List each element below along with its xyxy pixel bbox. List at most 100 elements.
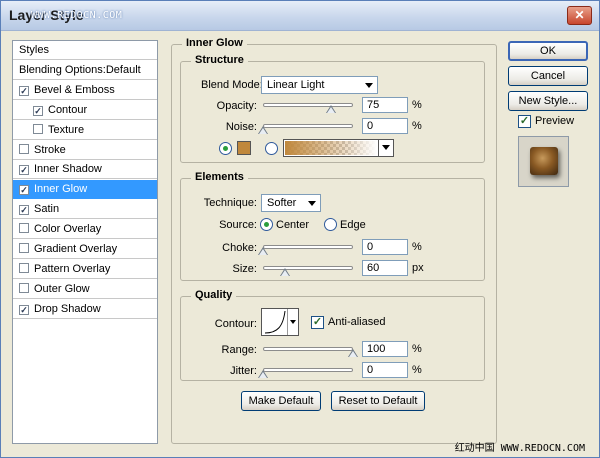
style-list-item[interactable]: Outer Glow [13,280,157,299]
close-icon: ✕ [574,8,585,22]
styles-list: Styles Blending Options:Default ✓ Bevel & E… [12,40,158,444]
cancel-button[interactable]: Cancel [508,66,588,86]
glow-color-swatch[interactable] [237,141,251,155]
size-input[interactable]: 60 [362,260,408,276]
source-center-label[interactable]: Center [276,219,309,231]
blend-mode-label: Blend Mode: [201,79,263,91]
glow-color-radio[interactable] [219,142,232,155]
anti-aliased-label[interactable]: Anti-aliased [328,316,385,328]
style-list-item[interactable]: ✓ Contour [13,101,157,120]
size-slider-thumb[interactable] [279,268,290,276]
preview-label[interactable]: Preview [535,115,574,127]
blend-mode-select[interactable]: Linear Light [261,76,378,94]
range-input[interactable]: 100 [362,341,408,357]
opacity-slider-thumb[interactable] [325,105,336,113]
style-checkbox[interactable]: ✓ [19,165,29,176]
gradient-dropdown-button[interactable] [378,140,393,156]
range-slider-track[interactable] [263,347,353,351]
style-checkbox[interactable] [19,282,29,293]
style-list-label: Inner Shadow [34,163,102,176]
opacity-slider-track[interactable] [263,103,353,107]
style-checkbox[interactable]: ✓ [19,205,29,216]
source-edge-radio[interactable] [324,218,337,231]
chevron-down-icon [365,83,373,88]
style-list-label: Color Overlay [34,223,102,236]
style-checkbox[interactable]: ✓ [33,105,43,116]
noise-label: Noise: [225,121,257,133]
style-checkbox[interactable]: ✓ [19,304,29,315]
style-list-item[interactable]: ✓ Inner Glow [13,180,157,200]
style-list-label: Stroke [34,143,66,156]
size-slider-track[interactable] [263,266,353,270]
glow-gradient-picker[interactable] [283,139,394,157]
reset-to-default-button[interactable]: Reset to Default [331,391,425,411]
style-list-item[interactable]: Gradient Overlay [13,240,157,259]
quality-title: Quality [191,289,237,301]
style-list-item[interactable]: Stroke [13,141,157,160]
noise-input[interactable]: 0 [362,118,408,134]
style-list-item[interactable]: Texture [13,121,157,140]
style-checkbox[interactable]: ✓ [19,85,29,96]
style-checkbox[interactable] [19,143,29,154]
title-bar[interactable]: Layer Style WWW.REDOCN.COM ✕ [1,1,599,31]
watermark-top: WWW.REDOCN.COM [31,10,123,21]
style-list-item[interactable]: Styles [13,41,157,60]
choke-input[interactable]: 0 [362,239,408,255]
style-list-label: Contour [48,103,88,116]
range-slider-thumb[interactable] [348,349,358,357]
range-label: Range: [221,344,257,356]
jitter-slider-thumb[interactable] [258,370,268,378]
make-default-button[interactable]: Make Default [241,391,321,411]
anti-aliased-checkbox[interactable]: ✓ [311,316,324,329]
contour-dropdown-button[interactable] [287,309,298,335]
noise-unit: % [412,120,422,132]
contour-curve-icon [264,310,286,334]
choke-slider-track[interactable] [263,245,353,249]
opacity-input[interactable]: 75 [362,97,408,113]
noise-slider-track[interactable] [263,124,353,128]
new-style-button[interactable]: New Style... [508,91,588,111]
style-checkbox[interactable] [19,223,29,234]
style-list-item[interactable]: ✓ Inner Shadow [13,160,157,180]
source-center-radio[interactable] [260,218,273,231]
style-checkbox[interactable] [33,123,43,134]
technique-value: Softer [267,197,297,209]
style-list-item[interactable]: Blending Options:Default [13,61,157,80]
style-checkbox[interactable] [19,262,29,273]
elements-title: Elements [191,171,248,183]
glow-gradient-radio[interactable] [265,142,278,155]
layer-style-dialog: Layer Style WWW.REDOCN.COM ✕ Styles Blend… [0,0,600,458]
style-list-label: Blending Options:Default [19,63,141,76]
gradient-preview [285,141,377,155]
opacity-label: Opacity: [216,100,257,112]
structure-title: Structure [191,54,248,66]
preview-checkbox[interactable]: ✓ [518,115,531,128]
style-list-label: Inner Glow [34,183,88,196]
style-list-item[interactable]: Pattern Overlay [13,260,157,279]
ok-button[interactable]: OK [508,41,588,61]
style-checkbox[interactable] [19,243,29,253]
choke-slider-thumb[interactable] [258,247,268,255]
range-unit: % [412,343,422,355]
contour-picker[interactable] [261,308,299,336]
jitter-label: Jitter: [230,365,257,377]
blend-mode-value: Linear Light [267,79,325,91]
style-checkbox[interactable]: ✓ [19,185,29,196]
style-list-item[interactable]: ✓ Satin [13,200,157,220]
style-list-item[interactable]: ✓ Bevel & Emboss [13,81,157,100]
source-edge-label[interactable]: Edge [340,219,366,231]
style-preview-thumbnail [518,136,569,187]
opacity-unit: % [412,99,422,111]
chevron-down-icon [290,320,296,324]
style-list-label: Drop Shadow [34,302,101,315]
technique-select[interactable]: Softer [261,194,321,212]
jitter-input[interactable]: 0 [362,362,408,378]
jitter-slider-track[interactable] [263,368,353,372]
style-list-item[interactable]: Color Overlay [13,220,157,240]
noise-slider-thumb[interactable] [258,126,268,134]
style-list-label: Bevel & Emboss [34,83,115,96]
style-list-item[interactable]: ✓ Drop Shadow [13,300,157,319]
close-button[interactable]: ✕ [567,6,592,25]
technique-label: Technique: [203,197,257,209]
source-label: Source: [219,219,257,231]
